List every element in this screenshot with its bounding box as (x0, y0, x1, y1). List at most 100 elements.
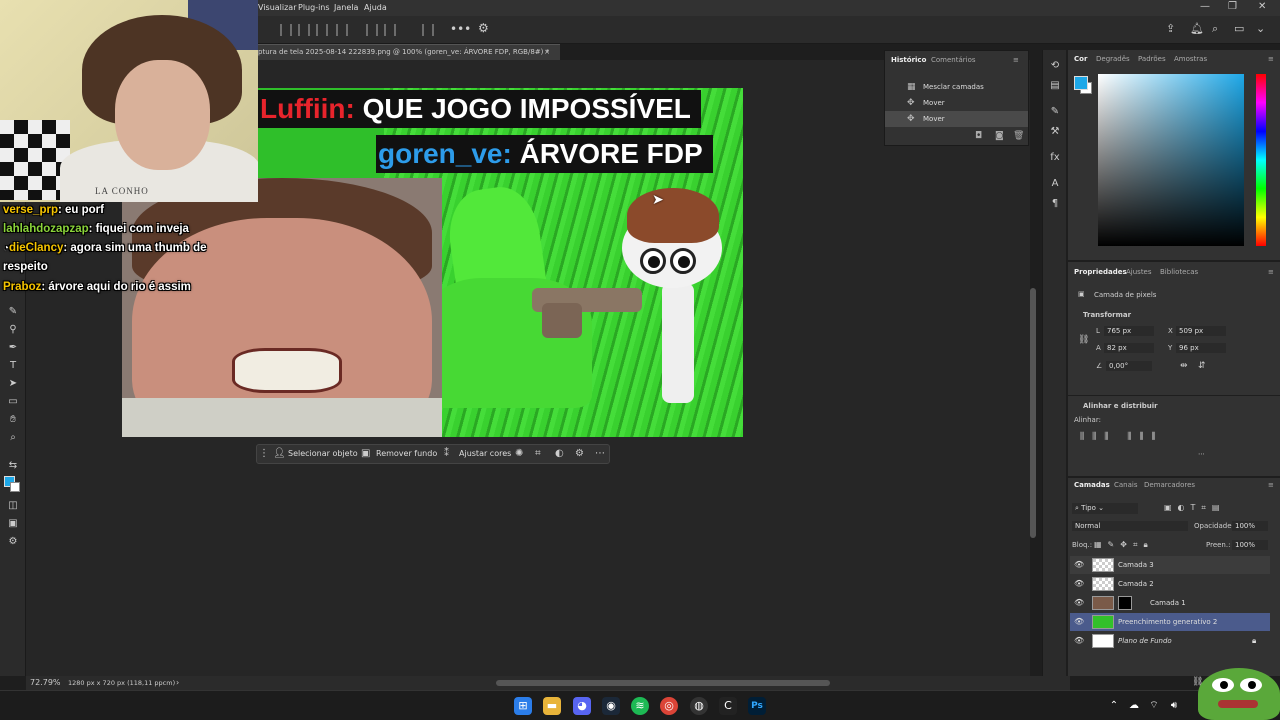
fx-icon[interactable]: fx (1049, 152, 1061, 163)
background-color-swatch[interactable] (10, 482, 20, 492)
align-bottom-icon[interactable] (384, 24, 396, 36)
obs-icon[interactable]: ◍ (690, 697, 708, 715)
color-picker-field[interactable] (1098, 74, 1244, 246)
history-row-selected[interactable]: ✥ Mover (885, 111, 1028, 127)
tab-patterns[interactable]: Padrões (1138, 55, 1166, 63)
adjust-colors-button[interactable]: Ajustar cores (459, 449, 511, 458)
tab-paths[interactable]: Demarcadores (1144, 481, 1195, 489)
align-center-icon[interactable] (298, 24, 310, 36)
horizontal-scrollbar[interactable] (496, 680, 830, 686)
workspace-icon[interactable]: ▭ (1234, 22, 1244, 35)
align-icons[interactable]: ⫼⫼⫼ ⫼⫼⫼ (1080, 432, 1164, 442)
network-icon[interactable]: ☁ (1125, 697, 1143, 715)
blend-mode-select[interactable]: Normal (1072, 521, 1188, 531)
layer-row[interactable]: 👁︎ Plano de Fundo 🔒︎ (1070, 632, 1270, 650)
eye-icon[interactable]: 👁︎ (1074, 617, 1084, 626)
effects-icon[interactable]: ✺ (515, 448, 523, 459)
history-row[interactable]: ▦ Mesclar camadas (885, 79, 1028, 95)
vertical-scrollbar[interactable] (1030, 288, 1036, 538)
filter-icons[interactable]: ▣◐T⌗▤ (1164, 503, 1226, 513)
comments-icon[interactable]: ▤ (1049, 80, 1061, 91)
eye-icon[interactable]: 👁︎ (1074, 636, 1084, 645)
panel-menu-icon[interactable]: ≡ (1268, 481, 1274, 489)
eye-icon[interactable]: 👁︎ (1074, 579, 1084, 588)
link-icon[interactable]: ⛓ (1078, 335, 1089, 345)
layer-row[interactable]: 👁︎ Camada 2 (1070, 575, 1270, 593)
tab-color[interactable]: Cor (1074, 55, 1087, 63)
path-select-icon[interactable]: ➤ (6, 378, 20, 390)
align-middle-icon[interactable] (366, 24, 378, 36)
zoom-tool-icon[interactable]: ⌕ (6, 432, 20, 444)
snapshot-icon[interactable]: ◘ (975, 131, 982, 141)
brush-tool-icon[interactable]: ✎ (6, 306, 20, 318)
close-window-icon[interactable]: ✕ (1258, 1, 1266, 12)
fill-field[interactable]: 100% (1232, 540, 1268, 550)
layer-filter-select[interactable]: ⌕ Tipo ⌄ (1072, 503, 1138, 514)
chevron-up-icon[interactable]: ⌃ (1105, 697, 1123, 715)
panel-menu-icon[interactable]: ≡ (1013, 56, 1019, 64)
transform-title[interactable]: Transformar (1083, 311, 1131, 319)
x-field[interactable]: 509 px (1176, 326, 1226, 336)
text-tool-icon[interactable]: T (6, 360, 20, 372)
tab-adjustments[interactable]: Ajustes (1126, 268, 1152, 276)
select-object-button[interactable]: Selecionar objeto (288, 449, 358, 458)
foreground-color-swatch[interactable] (1074, 76, 1088, 90)
rectangle-tool-icon[interactable]: ▭ (6, 396, 20, 408)
hue-slider[interactable] (1256, 74, 1266, 246)
more-icon[interactable]: ⋯ (1198, 450, 1205, 458)
chevron-right-icon[interactable]: › (176, 678, 179, 687)
history-row[interactable]: ✥ Mover (885, 95, 1028, 111)
opacity-field[interactable]: 100% (1232, 521, 1268, 531)
tab-swatches[interactable]: Amostras (1174, 55, 1207, 63)
pen-tool-icon[interactable]: ✒ (6, 342, 20, 354)
crop-icon[interactable]: ⌗ (535, 448, 541, 459)
discord-icon[interactable]: ◕ (573, 697, 591, 715)
panel-menu-icon[interactable]: ≡ (1268, 268, 1274, 276)
remove-background-button[interactable]: Remover fundo (376, 449, 437, 458)
steam-icon[interactable]: ◉ (602, 697, 620, 715)
screen-mode-icon[interactable]: ▣ (6, 518, 20, 530)
tool-presets-icon[interactable]: ⚒ (1049, 126, 1061, 137)
hand-tool-icon[interactable]: ✋︎ (6, 414, 20, 426)
layer-mask-thumbnail[interactable] (1118, 596, 1132, 610)
align-top-icon[interactable] (336, 24, 348, 36)
quick-mask-icon[interactable]: ◫ (6, 500, 20, 512)
photoshop-icon[interactable]: Ps (748, 697, 766, 715)
minimize-icon[interactable]: — (1200, 1, 1210, 12)
width-field[interactable]: 765 px (1104, 326, 1154, 336)
spotify-icon[interactable]: ≋ (631, 697, 649, 715)
share-icon[interactable]: ⇪ (1166, 22, 1175, 35)
flip-horizontal-icon[interactable]: ⇹ (1180, 361, 1188, 371)
adjustment-icon[interactable]: ◐ (555, 448, 564, 459)
menu-ajuda[interactable]: Ajuda (364, 3, 387, 12)
tab-channels[interactable]: Canais (1114, 481, 1138, 489)
gear-icon[interactable]: ⚙ (478, 21, 489, 35)
flip-vertical-icon[interactable]: ⇵ (1198, 361, 1206, 371)
align-left-icon[interactable] (280, 24, 292, 36)
volume-icon[interactable]: 🔊︎ (1165, 697, 1183, 715)
chevron-down-icon[interactable]: ⌄ (1256, 22, 1265, 35)
more-icon[interactable]: ⋯ (595, 448, 605, 459)
wifi-icon[interactable]: ⌔ (1145, 697, 1163, 715)
tab-libraries[interactable]: Bibliotecas (1160, 268, 1198, 276)
align-title[interactable]: Alinhar e distribuir (1083, 402, 1158, 410)
brush-settings-icon[interactable]: ✎ (1049, 106, 1061, 117)
layer-row-selected[interactable]: 👁︎ Preenchimento generativo 2 (1070, 613, 1270, 631)
paragraph-icon[interactable]: ¶ (1049, 198, 1061, 209)
tab-history[interactable]: Histórico (891, 56, 926, 64)
app-c-icon[interactable]: C (719, 697, 737, 715)
drag-handle-icon[interactable]: ⋮ (259, 448, 269, 459)
tab-comments[interactable]: Comentários (931, 56, 976, 64)
eye-icon[interactable]: 👁︎ (1074, 598, 1084, 607)
swap-colors-icon[interactable]: ⇆ (6, 460, 20, 472)
close-tab-icon[interactable]: × (544, 48, 550, 56)
align-right-icon[interactable] (316, 24, 328, 36)
tab-properties[interactable]: Propriedades (1074, 268, 1127, 276)
distribute-icon[interactable] (422, 24, 434, 36)
windows-start-icon[interactable]: ⊞ (514, 697, 532, 715)
search-icon[interactable]: ⌕ (1212, 22, 1218, 36)
menu-janela[interactable]: Janela (334, 3, 358, 12)
document-tab[interactable]: ptura de tela 2025-08-14 222839.png @ 10… (250, 44, 560, 60)
camera-icon[interactable]: ◙ (995, 131, 1004, 141)
tab-gradients[interactable]: Degradês (1096, 55, 1130, 63)
